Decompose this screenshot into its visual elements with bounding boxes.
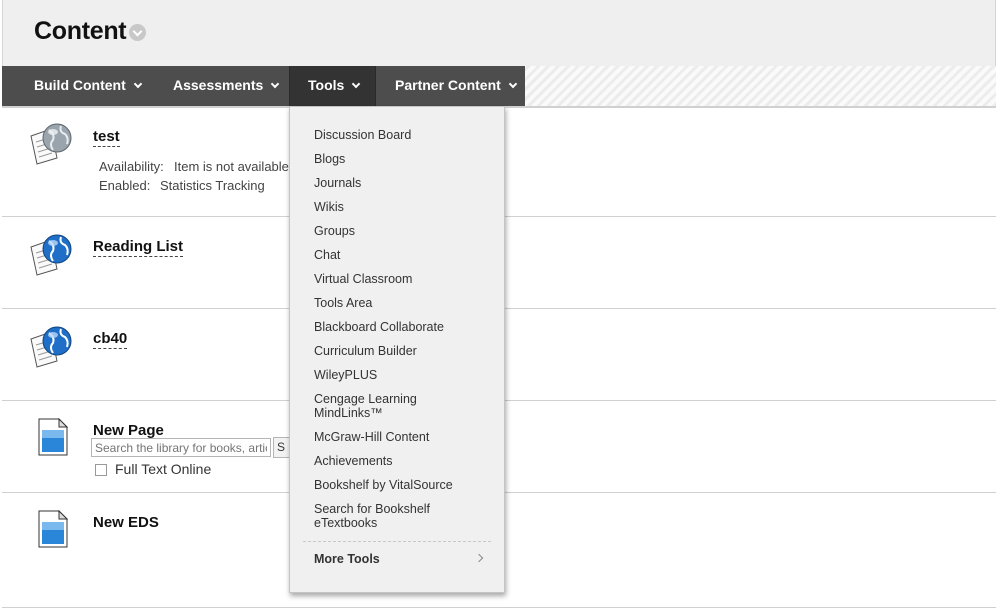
menu-item-journals[interactable]: Journals [314,176,361,190]
web-link-icon [30,123,72,165]
chevron-down-icon[interactable] [129,24,146,41]
chevron-right-icon [474,553,484,563]
chevron-down-icon [352,79,361,89]
menu-item-cengage-learning[interactable]: Cengage Learning MindLinks™ [314,392,417,420]
chevron-down-icon [271,79,280,89]
menu-assessments-label: Assessments [173,77,264,93]
page-icon [38,418,68,456]
library-search-input[interactable] [91,438,271,457]
menu-tools-label: Tools [308,77,345,93]
content-menubar: Build Content Assessments Tools Partner … [2,66,996,108]
menu-tools[interactable]: Tools [289,66,376,106]
item-title: New EDS [93,514,159,531]
menu-item-mcgraw-hill-content[interactable]: McGraw-Hill Content [314,430,429,444]
web-link-icon [30,326,72,368]
menu-item-label-line: Cengage Learning [314,392,417,406]
menu-item-search-bookshelf[interactable]: Search for Bookshelf eTextbooks [314,502,430,530]
chevron-down-icon [133,79,143,89]
menu-item-wileyplus[interactable]: WileyPLUS [314,368,377,382]
menu-partner-content-label: Partner Content [395,77,501,93]
menu-item-curriculum-builder[interactable]: Curriculum Builder [314,344,417,358]
menu-item-blogs[interactable]: Blogs [314,152,345,166]
menu-build-content-label: Build Content [34,77,126,93]
menu-item-label-line: eTextbooks [314,516,378,530]
menu-item-virtual-classroom[interactable]: Virtual Classroom [314,272,412,286]
enabled-value: Statistics Tracking [160,178,265,193]
full-text-checkbox[interactable] [95,464,107,476]
web-link-icon [30,234,72,276]
menu-item-discussion-board[interactable]: Discussion Board [314,128,411,142]
menu-item-label-line: MindLinks™ [314,406,383,420]
chevron-down-icon [508,79,518,89]
page-icon [38,510,68,548]
availability-value: Item is not available [174,159,289,174]
menu-item-more-tools[interactable]: More Tools [314,552,380,566]
availability-label: Availability: [99,159,164,174]
page-title: Content [34,17,127,45]
menu-item-label-line: Search for Bookshelf [314,502,431,516]
menu-item-chat[interactable]: Chat [314,248,340,262]
menu-item-blackboard-collaborate[interactable]: Blackboard Collaborate [314,320,444,334]
tools-dropdown-menu: Discussion Board Blogs Journals Wikis Gr… [289,106,505,593]
menu-item-tools-area[interactable]: Tools Area [314,296,372,310]
item-title-link[interactable]: test [93,128,120,147]
item-title-link[interactable]: Reading List [93,238,184,257]
menu-build-content[interactable]: Build Content [34,66,143,106]
menu-partner-content[interactable]: Partner Content [395,66,518,106]
menu-item-bookshelf-vitalsource[interactable]: Bookshelf by VitalSource [314,478,453,492]
enabled-label: Enabled: [99,178,151,193]
menu-item-groups[interactable]: Groups [314,224,355,238]
menu-assessments[interactable]: Assessments [173,66,280,106]
menu-divider [303,541,491,542]
full-text-checkbox-label: Full Text Online [115,461,212,477]
item-title-link[interactable]: cb40 [93,330,128,349]
menu-item-achievements[interactable]: Achievements [314,454,393,468]
page-header: Content [2,0,996,66]
menu-item-wikis[interactable]: Wikis [314,200,344,214]
